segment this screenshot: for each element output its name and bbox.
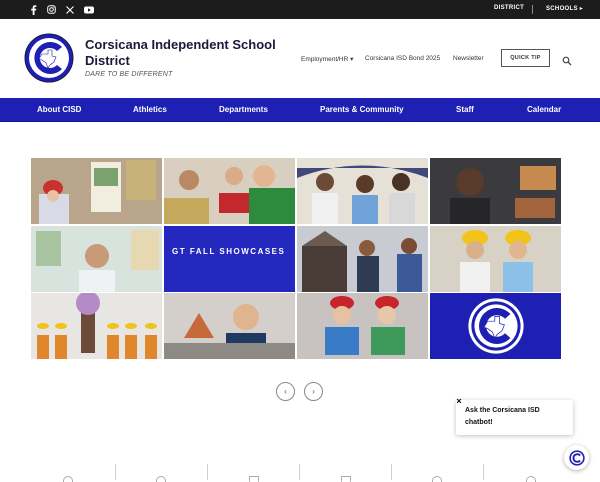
gallery-photo[interactable] bbox=[31, 226, 162, 292]
nav-departments[interactable]: Departments bbox=[219, 105, 268, 114]
quick-link-icon[interactable] bbox=[63, 476, 73, 482]
school-name[interactable]: Corsicana Independent School District bbox=[85, 37, 285, 69]
gallery-photo[interactable] bbox=[297, 226, 428, 292]
quick-link-icon[interactable] bbox=[249, 476, 259, 482]
divider bbox=[207, 464, 208, 480]
chat-close-icon[interactable]: × bbox=[454, 396, 464, 406]
nav-athletics[interactable]: Athletics bbox=[133, 105, 167, 114]
cisd-logo-tile[interactable] bbox=[430, 293, 561, 359]
instagram-icon[interactable] bbox=[46, 4, 57, 15]
chatbot-prompt[interactable]: Ask the Corsicana ISD chatbot! bbox=[456, 400, 573, 435]
schools-dropdown[interactable]: SCHOOLS ▸ bbox=[546, 5, 583, 12]
employment-hr-link[interactable]: Employment/HR ▾ bbox=[301, 55, 353, 63]
gallery-photo[interactable] bbox=[297, 293, 428, 359]
gt-fall-showcases-tile[interactable]: GT FALL SHOWCASES bbox=[164, 226, 295, 292]
showcase-title: GT FALL SHOWCASES bbox=[172, 247, 286, 256]
nav-parents-community[interactable]: Parents & Community bbox=[320, 105, 404, 114]
gallery-photo[interactable] bbox=[164, 293, 295, 359]
topbar-divider bbox=[532, 5, 533, 14]
top-utility-bar: DISTRICT SCHOOLS ▸ bbox=[0, 0, 600, 19]
divider bbox=[483, 464, 484, 480]
newsletter-link[interactable]: Newsletter bbox=[453, 55, 484, 62]
divider bbox=[115, 464, 116, 480]
chatbot-message: Ask the Corsicana ISD chatbot! bbox=[465, 407, 540, 426]
carousel-next-button[interactable]: › bbox=[304, 382, 323, 401]
gallery-photo[interactable] bbox=[297, 158, 428, 224]
quick-link-icon[interactable] bbox=[432, 476, 442, 482]
gallery-photo[interactable] bbox=[31, 293, 162, 359]
gallery-photo[interactable] bbox=[430, 226, 561, 292]
district-link[interactable]: DISTRICT bbox=[494, 5, 524, 11]
carousel-prev-button[interactable]: ‹ bbox=[276, 382, 295, 401]
quick-link-icon[interactable] bbox=[341, 476, 351, 482]
photo-gallery: GT FALL SHOWCASES bbox=[31, 158, 562, 359]
nav-calendar[interactable]: Calendar bbox=[527, 105, 561, 114]
youtube-icon[interactable] bbox=[83, 4, 94, 15]
divider bbox=[299, 464, 300, 480]
quick-tip-button[interactable]: QUICK TIP bbox=[501, 49, 550, 67]
facebook-icon[interactable] bbox=[28, 4, 39, 15]
bond-2025-link[interactable]: Corsicana ISD Bond 2025 bbox=[365, 55, 440, 62]
x-icon[interactable] bbox=[64, 4, 75, 15]
tagline: DARE TO BE DIFFERENT bbox=[85, 71, 173, 78]
divider bbox=[391, 464, 392, 480]
district-logo[interactable] bbox=[24, 33, 74, 83]
main-nav: About CISD Athletics Departments Parents… bbox=[0, 98, 600, 122]
search-icon[interactable] bbox=[562, 53, 572, 66]
gallery-photo[interactable] bbox=[164, 158, 295, 224]
site-header: Corsicana Independent School District DA… bbox=[0, 19, 600, 98]
quick-link-icon[interactable] bbox=[526, 476, 536, 482]
nav-about-cisd[interactable]: About CISD bbox=[37, 105, 81, 114]
gallery-photo[interactable] bbox=[430, 158, 561, 224]
nav-staff[interactable]: Staff bbox=[456, 105, 474, 114]
quick-link-icon[interactable] bbox=[156, 476, 166, 482]
quick-links-row bbox=[0, 462, 600, 482]
gallery-photo[interactable] bbox=[31, 158, 162, 224]
